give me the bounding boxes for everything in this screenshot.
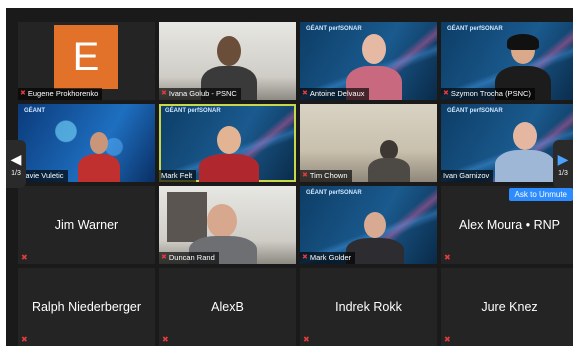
ask-to-unmute-button[interactable]: Ask to Unmute bbox=[508, 188, 573, 201]
mic-muted-icon: ✖ bbox=[443, 90, 449, 97]
geant-logo: GÉANT perfSONAR bbox=[306, 190, 362, 196]
geant-logo: GÉANT bbox=[24, 108, 45, 114]
geant-logo: GÉANT perfSONAR bbox=[447, 108, 503, 114]
participant-name: Davie Vuletic bbox=[20, 171, 64, 180]
participant-tile[interactable]: Ralph Niederberger ✖ bbox=[18, 268, 155, 346]
participant-name: Eugene Prokhorenko bbox=[27, 89, 99, 98]
participant-label: Ivan Garnizov bbox=[441, 170, 494, 182]
participant-name: Mark Golder bbox=[309, 253, 352, 262]
mic-muted-icon: ✖ bbox=[20, 90, 26, 97]
participant-name: Szymon Trocha (PSNC) bbox=[450, 89, 531, 98]
participant-label: ✖ Tim Chown bbox=[300, 170, 352, 182]
participant-label: ✖ Ivana Golub - PSNC bbox=[159, 88, 241, 100]
participant-name: Duncan Rand bbox=[168, 253, 215, 262]
participant-label: Mark Felt bbox=[159, 170, 197, 182]
participant-tile[interactable]: GÉANT perfSONAR ✖ Mark Golder bbox=[300, 186, 437, 264]
participant-name: Jure Knez bbox=[481, 300, 538, 314]
participant-name: Mark Felt bbox=[161, 171, 193, 180]
mic-muted-icon: ✖ bbox=[444, 253, 451, 262]
geant-logo: GÉANT perfSONAR bbox=[447, 26, 503, 32]
participant-label: ✖ Szymon Trocha (PSNC) bbox=[441, 88, 535, 100]
avatar-initial: E bbox=[72, 35, 100, 79]
mic-muted-icon: ✖ bbox=[302, 172, 308, 179]
mic-muted-icon: ✖ bbox=[444, 335, 451, 344]
geant-logo: GÉANT perfSONAR bbox=[306, 26, 362, 32]
participant-tile[interactable]: Indrek Rokk ✖ bbox=[300, 268, 437, 346]
participant-tile[interactable]: Jure Knez ✖ bbox=[441, 268, 573, 346]
participant-name: AlexB bbox=[211, 300, 244, 314]
participant-tile[interactable]: ✖ Ivana Golub - PSNC bbox=[159, 22, 296, 100]
mic-muted-icon: ✖ bbox=[302, 90, 308, 97]
participant-tile[interactable]: ✖ Duncan Rand bbox=[159, 186, 296, 264]
chevron-right-icon: ▶ bbox=[557, 150, 569, 167]
mic-muted-icon: ✖ bbox=[302, 254, 308, 261]
participant-label: ✖ Duncan Rand bbox=[159, 252, 219, 264]
geant-logo: GÉANT perfSONAR bbox=[165, 108, 221, 114]
mic-muted-icon: ✖ bbox=[161, 90, 167, 97]
participant-name: Antoine Delvaux bbox=[309, 89, 365, 98]
participant-tile[interactable]: GÉANT perfSONAR ✖ Antoine Delvaux bbox=[300, 22, 437, 100]
mic-muted-icon: ✖ bbox=[303, 335, 310, 344]
next-page-button[interactable]: ▶ 1/3 bbox=[553, 140, 573, 188]
participant-name: Jim Warner bbox=[54, 218, 119, 232]
participant-name: Ivan Garnizov bbox=[443, 171, 490, 180]
participant-tile[interactable]: GÉANT Davie Vuletic bbox=[18, 104, 155, 182]
mic-muted-icon: ✖ bbox=[21, 335, 28, 344]
participant-tile-active-speaker[interactable]: GÉANT perfSONAR Mark Felt bbox=[159, 104, 296, 182]
participant-tile[interactable]: GÉANT perfSONAR ✖ Szymon Trocha (PSNC) bbox=[441, 22, 573, 100]
participant-name: Indrek Rokk bbox=[335, 300, 402, 314]
page-indicator: 1/3 bbox=[11, 169, 21, 177]
zoom-gallery-window: E ✖ Eugene Prokhorenko ✖ Ivana Golub - P… bbox=[6, 8, 573, 346]
participant-grid: E ✖ Eugene Prokhorenko ✖ Ivana Golub - P… bbox=[18, 22, 573, 346]
page-indicator: 1/3 bbox=[558, 169, 568, 177]
mic-muted-icon: ✖ bbox=[21, 253, 28, 262]
participant-tile[interactable]: AlexB ✖ bbox=[159, 268, 296, 346]
participant-name: Tim Chown bbox=[309, 171, 348, 180]
participant-name: Ivana Golub - PSNC bbox=[168, 89, 237, 98]
mic-muted-icon: ✖ bbox=[162, 335, 169, 344]
participant-tile[interactable]: E ✖ Eugene Prokhorenko bbox=[18, 22, 155, 100]
participant-tile[interactable]: Jim Warner ✖ bbox=[18, 186, 155, 264]
previous-page-button[interactable]: ◀ 1/3 bbox=[6, 140, 26, 188]
mic-muted-icon: ✖ bbox=[161, 254, 167, 261]
participant-tile[interactable]: ✖ Tim Chown bbox=[300, 104, 437, 182]
participant-label: ✖ Eugene Prokhorenko bbox=[18, 88, 103, 100]
participant-label: ✖ Mark Golder bbox=[300, 252, 356, 264]
chevron-left-icon: ◀ bbox=[10, 150, 22, 167]
participant-name: Ralph Niederberger bbox=[31, 300, 142, 314]
participant-label: ✖ Antoine Delvaux bbox=[300, 88, 369, 100]
